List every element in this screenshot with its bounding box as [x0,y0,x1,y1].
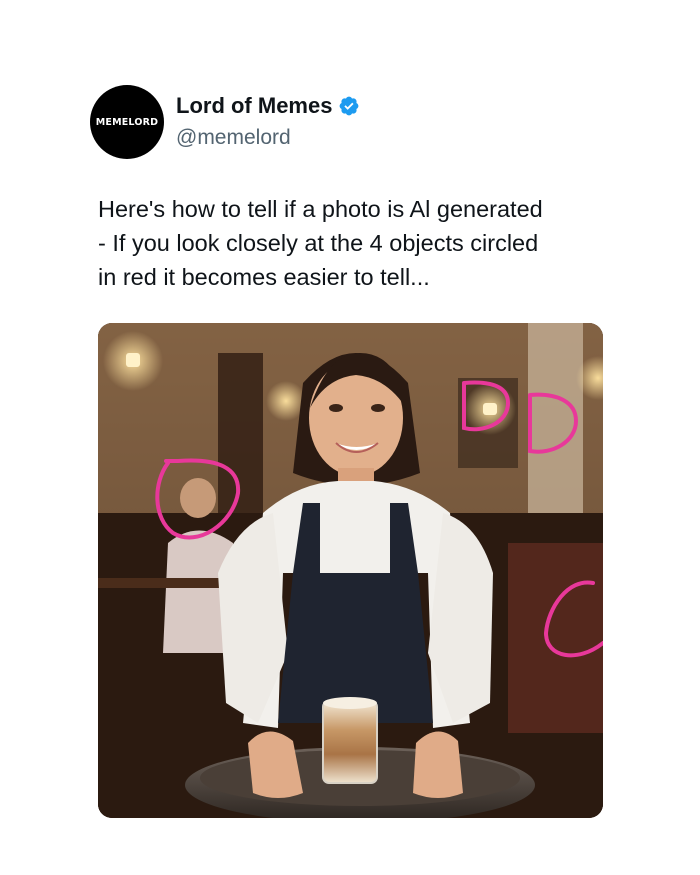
tweet-text: Here's how to tell if a photo is Al gene… [98,192,618,294]
tweet-text-line: - If you look closely at the 4 objects c… [98,230,539,256]
display-name[interactable]: Lord of Memes [176,93,332,119]
avatar-logo-text: MEMELORD [95,116,159,128]
author-name-row: Lord of Memes [176,93,360,119]
tweet-text-line: Here's how to tell if a photo is Al gene… [98,196,543,222]
photo-illustration [98,323,603,818]
avatar[interactable]: MEMELORD [90,85,164,159]
tweet-photo[interactable] [98,323,603,818]
verified-badge-icon [340,96,359,116]
tweet-text-line: in red it becomes easier to tell... [98,264,430,290]
user-handle[interactable]: @memelord [176,126,291,150]
